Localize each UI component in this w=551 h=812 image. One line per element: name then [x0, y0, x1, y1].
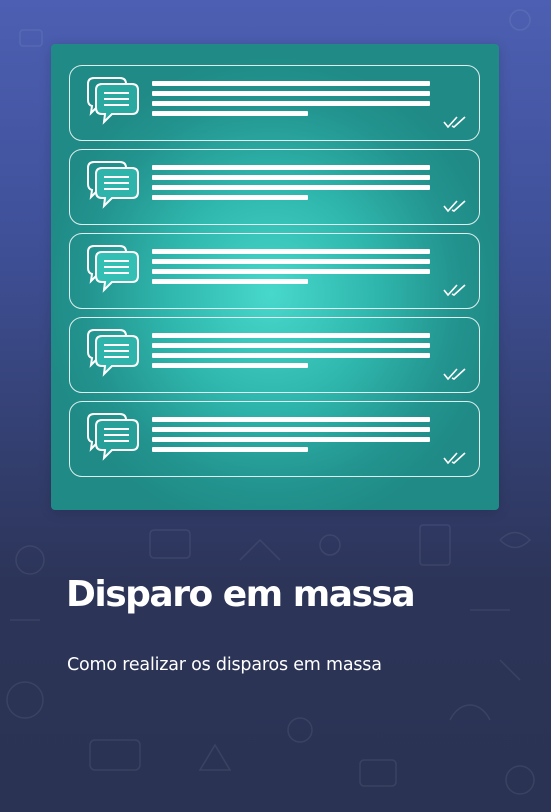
message-item — [69, 65, 480, 141]
text-line — [152, 363, 308, 368]
double-check-icon — [443, 200, 466, 213]
text-line — [152, 353, 430, 358]
text-line — [152, 249, 430, 254]
double-check-icon — [443, 284, 466, 297]
chat-bubbles-icon — [87, 329, 139, 377]
text-line — [152, 427, 430, 432]
chat-bubbles-icon — [87, 413, 139, 461]
text-line — [152, 81, 430, 86]
message-item — [69, 317, 480, 393]
chat-bubbles-icon — [87, 77, 139, 125]
text-line — [152, 437, 430, 442]
double-check-icon — [443, 368, 466, 381]
text-line — [152, 269, 430, 274]
text-line — [152, 175, 430, 180]
text-line — [152, 91, 430, 96]
page-subtitle: Como realizar os disparos em massa — [67, 655, 382, 675]
text-line — [152, 195, 308, 200]
text-line — [152, 417, 430, 422]
text-line — [152, 111, 308, 116]
text-line — [152, 165, 430, 170]
message-item — [69, 233, 480, 309]
double-check-icon — [443, 452, 466, 465]
text-line — [152, 259, 430, 264]
message-item — [69, 149, 480, 225]
text-line — [152, 447, 308, 452]
chat-bubbles-icon — [87, 245, 139, 293]
page-title: Disparo em massa — [66, 574, 416, 615]
chat-bubbles-icon — [87, 161, 139, 209]
message-list-card — [51, 44, 499, 510]
text-line — [152, 185, 430, 190]
double-check-icon — [443, 116, 466, 129]
text-line — [152, 343, 430, 348]
text-line — [152, 101, 430, 106]
text-line — [152, 279, 308, 284]
text-line — [152, 333, 430, 338]
message-item — [69, 401, 480, 477]
